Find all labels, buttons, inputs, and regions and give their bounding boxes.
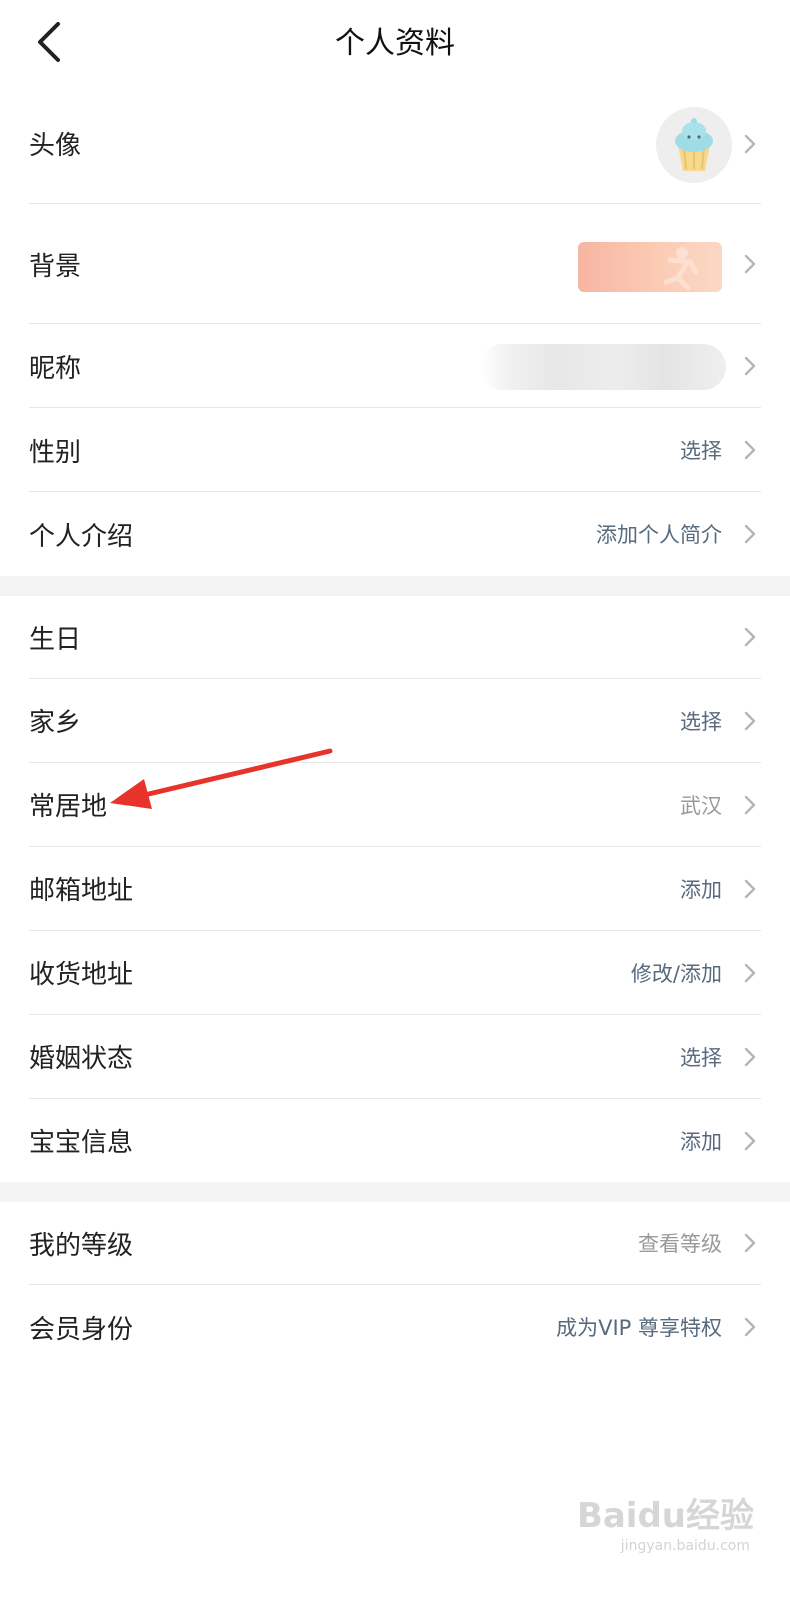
row-level[interactable]: 我的等级 查看等级	[0, 1202, 790, 1284]
chevron-right-icon	[744, 254, 756, 274]
chevron-right-icon	[744, 1047, 756, 1066]
row-avatar[interactable]: 头像	[0, 84, 790, 203]
chevron-right-icon	[744, 524, 756, 544]
row-gender[interactable]: 性别 选择	[0, 408, 790, 492]
row-value: 选择	[680, 709, 722, 734]
row-marital[interactable]: 婚姻状态 选择	[0, 1015, 790, 1098]
row-value: 选择	[680, 1045, 722, 1070]
row-value: 选择	[680, 439, 722, 463]
row-value: 添加个人简介	[596, 523, 722, 547]
runner-icon	[663, 247, 699, 291]
section-gap	[0, 576, 790, 596]
row-baby[interactable]: 宝宝信息 添加	[0, 1099, 790, 1182]
chevron-right-icon	[744, 711, 756, 730]
row-label: 头像	[29, 131, 82, 161]
row-value: 武汉	[680, 793, 722, 818]
navigation-bar: 个人资料	[0, 0, 790, 85]
row-label: 宝宝信息	[29, 1128, 134, 1158]
page-title: 个人资料	[335, 26, 455, 61]
chevron-right-icon	[744, 440, 756, 460]
row-label: 婚姻状态	[29, 1044, 134, 1074]
watermark: Baidu经验 jingyan.baidu.com	[574, 1488, 754, 1568]
section-gap	[0, 1182, 790, 1202]
row-intro[interactable]: 个人介绍 添加个人简介	[0, 492, 790, 576]
row-value: 查看等级	[638, 1232, 722, 1256]
chevron-right-icon	[744, 1233, 756, 1253]
row-email[interactable]: 邮箱地址 添加	[0, 847, 790, 930]
chevron-right-icon	[744, 795, 756, 814]
row-shipping[interactable]: 收货地址 修改/添加	[0, 931, 790, 1014]
row-label: 性别	[29, 437, 82, 468]
row-background[interactable]: 背景	[0, 204, 790, 324]
cupcake-icon	[675, 118, 713, 171]
chevron-right-icon	[744, 879, 756, 898]
row-value: 修改/添加	[630, 961, 722, 986]
watermark-logo: Baidu经验	[576, 1496, 754, 1536]
background-thumbnail	[578, 242, 722, 292]
chevron-right-icon	[744, 1317, 756, 1337]
nickname-value-blurred	[480, 344, 726, 390]
annotation-arrow-icon	[110, 748, 333, 809]
row-label: 个人介绍	[29, 521, 134, 552]
row-label: 生日	[29, 624, 82, 655]
row-label: 邮箱地址	[29, 876, 134, 906]
row-label: 会员身份	[29, 1314, 134, 1345]
row-value: 添加	[680, 1129, 722, 1154]
chevron-right-icon	[744, 1131, 756, 1150]
watermark-url: jingyan.baidu.com	[620, 1538, 750, 1554]
row-label: 我的等级	[29, 1230, 134, 1261]
row-nickname[interactable]: 昵称	[0, 324, 790, 408]
avatar	[656, 107, 732, 183]
row-label: 背景	[29, 251, 82, 282]
row-label: 常居地	[29, 792, 108, 822]
row-member[interactable]: 会员身份 成为VIP 尊享特权	[0, 1285, 790, 1369]
chevron-right-icon	[744, 134, 756, 153]
chevron-right-icon	[744, 627, 756, 647]
row-label: 昵称	[29, 353, 82, 384]
row-value: 成为VIP 尊享特权	[556, 1316, 722, 1340]
row-label: 收货地址	[29, 960, 134, 990]
chevron-right-icon	[744, 963, 756, 982]
row-birthday[interactable]: 生日	[0, 596, 790, 678]
row-value: 添加	[680, 877, 722, 902]
row-label: 家乡	[29, 708, 82, 738]
chevron-right-icon	[744, 356, 756, 376]
